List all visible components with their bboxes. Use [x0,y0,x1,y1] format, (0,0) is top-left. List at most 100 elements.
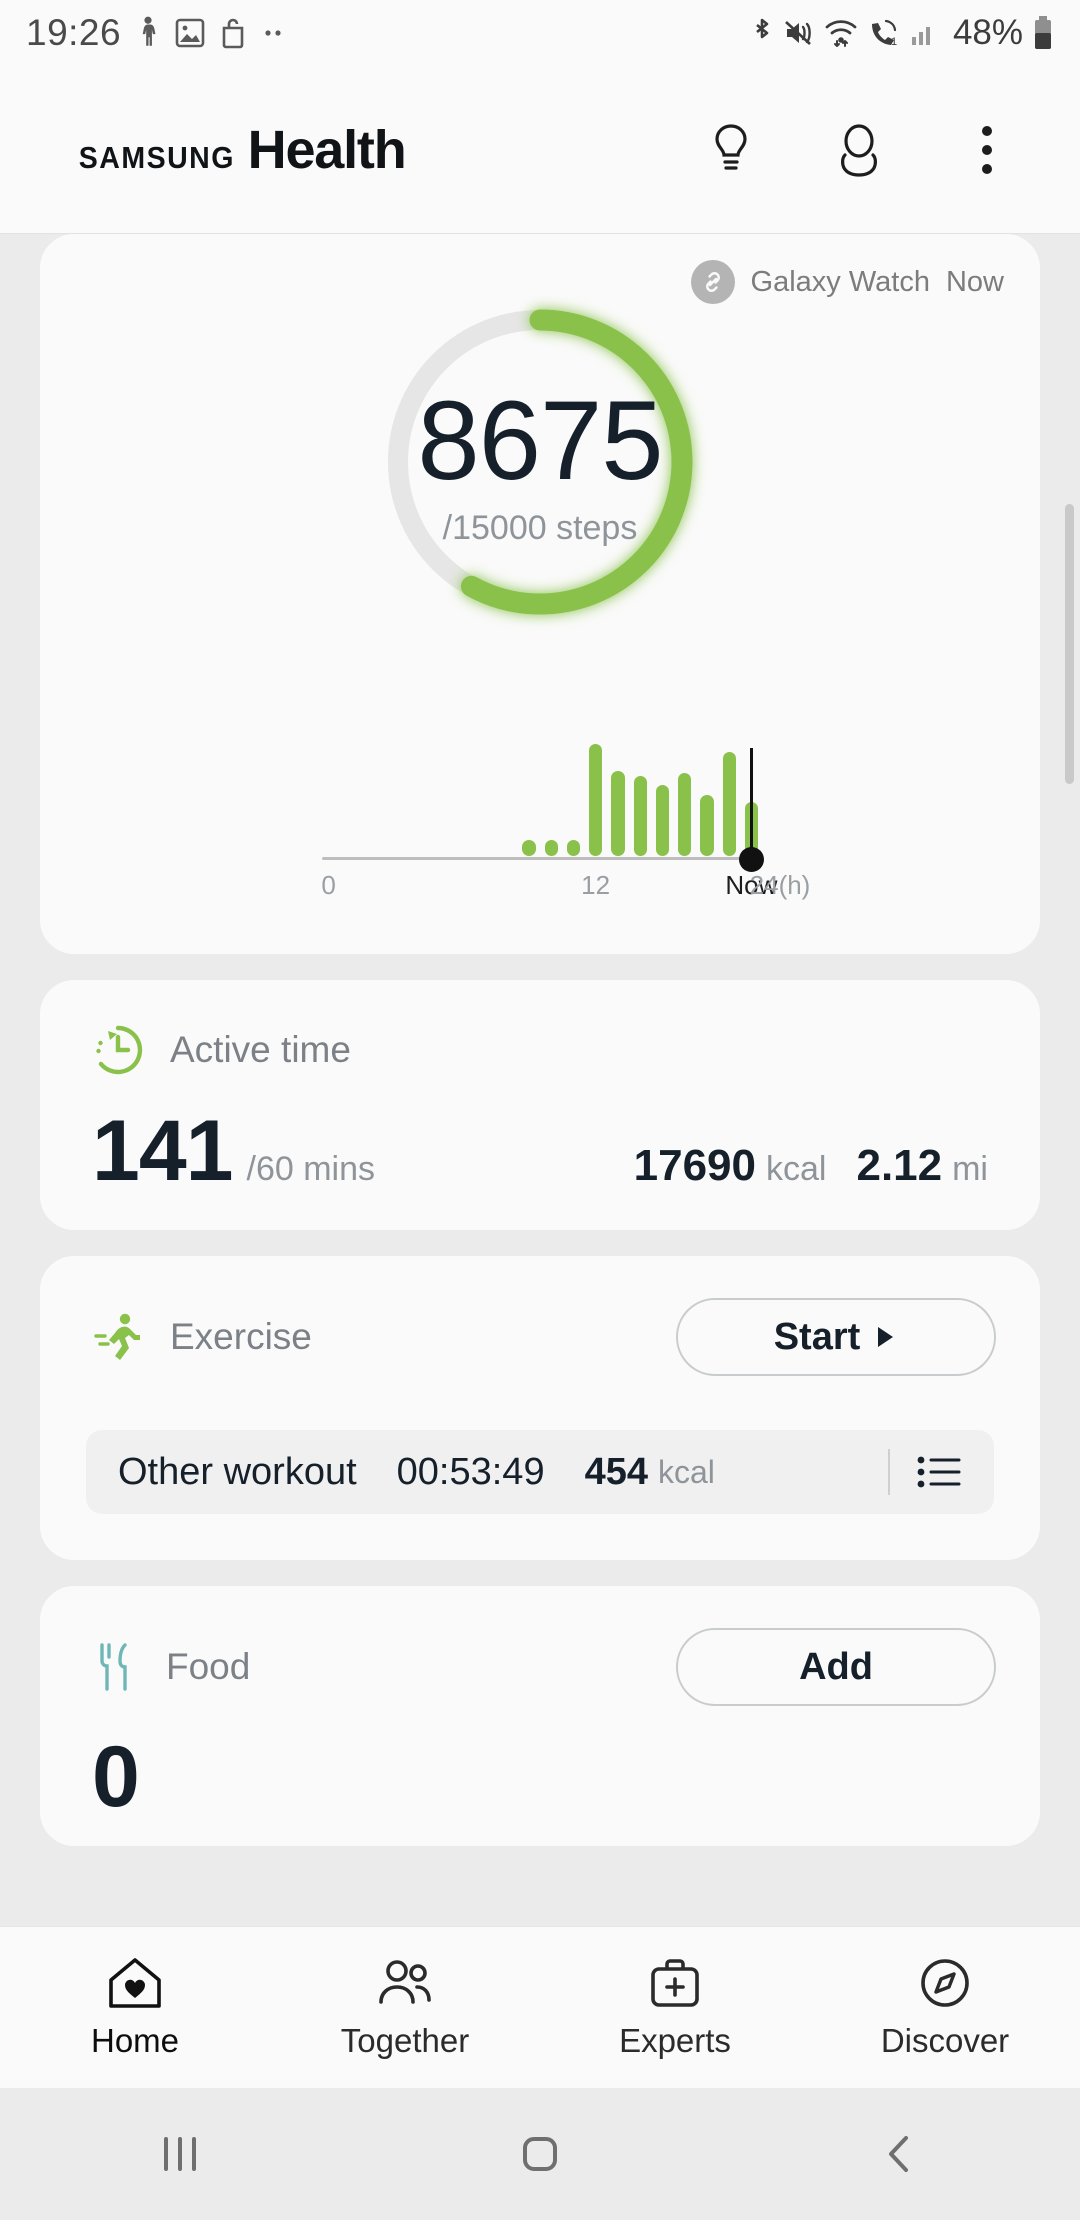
active-time-header: Active time [92,1024,988,1076]
content-scrollbar[interactable] [1065,504,1074,784]
chart-bar [634,776,647,856]
now-marker-dot [739,847,764,872]
exercise-entry-duration: 00:53:49 [397,1451,545,1494]
exercise-entry-calories: 454 [585,1451,648,1494]
brand-health-label: Health [248,119,406,181]
chart-x-tick: 24(h) [750,870,811,901]
distance-unit: mi [952,1150,988,1189]
active-time-title: Active time [170,1029,351,1071]
now-marker-line [750,748,753,860]
chart-bar [589,744,602,856]
exercise-card[interactable]: Exercise Start Other workout 00:53:49 45… [40,1256,1040,1560]
signal-icon [910,17,938,49]
clock-active-icon [92,1024,144,1076]
steps-source-name: Galaxy Watch [751,266,930,299]
chart-bar [567,840,580,856]
steps-source-time: Now [946,266,1004,299]
nav-label-home: Home [91,2022,179,2060]
steps-goal-label: /15000 steps [443,509,638,548]
compass-icon [918,1956,972,2010]
calories-value: 17690 [634,1141,756,1191]
medical-bag-icon [648,1956,702,2010]
running-icon [92,1311,144,1363]
distance-group: 2.12 mi [856,1141,988,1191]
exercise-title-group: Exercise [92,1311,312,1363]
food-card[interactable]: Food Add 0 [40,1586,1040,1846]
active-minutes-goal: /60 mins [247,1150,376,1189]
bulb-icon[interactable] [700,119,762,181]
chart-bar [656,785,669,856]
active-time-stats: 141 /60 mins 17690 kcal 2.12 mi [92,1102,988,1201]
exercise-row-divider [888,1449,890,1495]
app-brand: SAMSUNG Health [72,119,406,181]
chart-bar [611,771,624,856]
image-icon [175,17,205,49]
recent-apps-icon[interactable] [0,2133,360,2175]
calories-group: 17690 kcal [634,1141,827,1191]
phone-screen: 19:26 1 [0,0,1080,2220]
chart-x-tick: 12 [581,870,610,901]
status-bar: 19:26 1 [0,0,1080,66]
active-secondary-stats: 17690 kcal 2.12 mi [634,1141,988,1191]
exercise-entry-calories-unit: kcal [658,1454,715,1491]
chart-bar [522,840,535,856]
play-icon [874,1324,898,1350]
steps-ring-center: 8675 /15000 steps [370,292,710,632]
home-heart-icon [106,1956,164,2010]
active-minutes-value: 141 [92,1102,233,1201]
exercise-start-button[interactable]: Start [676,1298,996,1376]
bottom-navigation: Home Together Experts Discover [0,1926,1080,2088]
bag-icon [219,17,247,49]
chart-bar [545,840,558,857]
food-header: Food Add [92,1628,996,1706]
exercise-entry-name: Other workout [118,1451,357,1494]
bluetooth-icon [750,16,774,50]
more-dots-icon [261,27,291,39]
exercise-entry-row[interactable]: Other workout 00:53:49 454 kcal [86,1430,994,1514]
nav-item-experts[interactable]: Experts [540,1956,810,2060]
chart-x-tick: 0 [321,870,335,901]
call-wifi-icon: 1 [867,17,901,49]
food-title: Food [166,1646,250,1688]
mute-vibrate-icon [783,17,815,49]
nav-label-experts: Experts [619,2022,731,2060]
food-calories-value: 0 [92,1728,996,1827]
nav-label-discover: Discover [881,2022,1009,2060]
calories-unit: kcal [766,1150,826,1189]
list-icon[interactable] [916,1455,962,1489]
overflow-menu-icon[interactable] [956,119,1018,181]
active-time-card[interactable]: Active time 141 /60 mins 17690 kcal 2.12… [40,980,1040,1230]
battery-percent-label: 48% [953,13,1023,53]
home-square-icon[interactable] [360,2130,720,2178]
person-walk-icon [135,16,161,50]
app-header: SAMSUNG Health [0,66,1080,234]
chart-bar [723,752,736,856]
nav-item-together[interactable]: Together [270,1956,540,2060]
food-add-label: Add [799,1646,873,1689]
app-header-actions [700,119,1018,181]
people-icon [374,1956,436,2010]
nav-label-together: Together [341,2022,469,2060]
status-bar-right: 1 48% [750,13,1054,53]
battery-icon [1032,15,1054,51]
chart-bar [678,773,691,856]
hourly-bars [322,744,758,856]
cutlery-icon [92,1641,140,1693]
chart-x-labels: 012Now24(h) [300,870,780,906]
exercise-title: Exercise [170,1316,312,1358]
nav-item-home[interactable]: Home [0,1956,270,2060]
wifi-icon [824,17,858,49]
steps-card[interactable]: Galaxy Watch Now [40,234,1040,954]
brand-samsung-label: SAMSUNG [79,140,235,176]
profile-icon[interactable] [828,119,890,181]
nav-item-discover[interactable]: Discover [810,1956,1080,2060]
active-minutes-group: 141 /60 mins [92,1102,375,1201]
exercise-header: Exercise Start [92,1298,996,1376]
chart-bar [700,795,713,856]
main-scroll-area[interactable]: Galaxy Watch Now [0,234,1080,1894]
status-bar-left: 19:26 [26,12,291,54]
food-add-button[interactable]: Add [676,1628,996,1706]
back-chevron-icon[interactable] [720,2130,1080,2178]
svg-text:1: 1 [891,36,897,48]
exercise-start-label: Start [774,1316,861,1359]
